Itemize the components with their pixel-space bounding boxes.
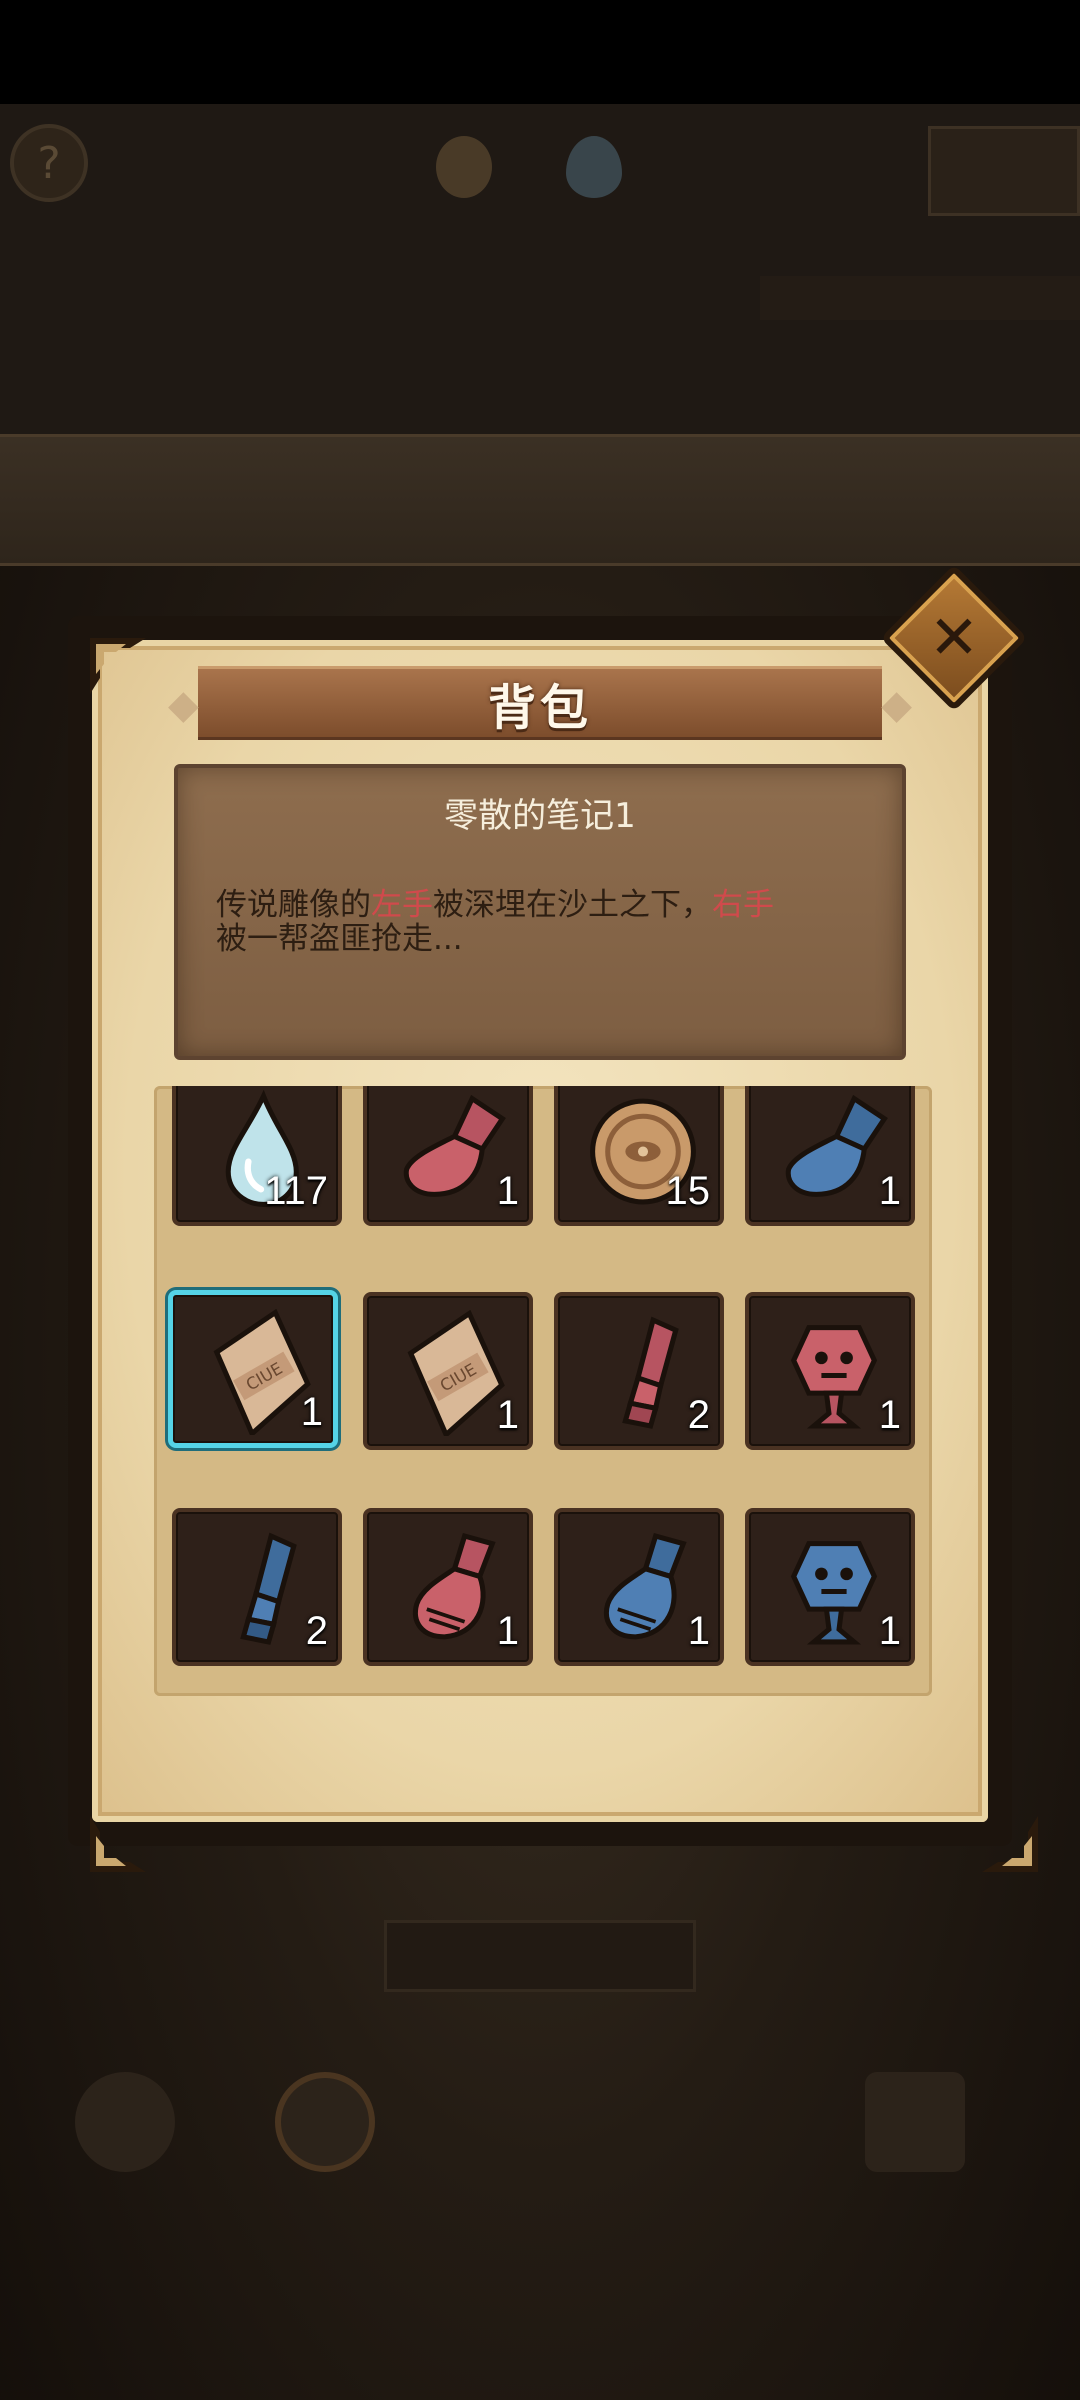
inventory-slot[interactable]: 1 xyxy=(363,1086,533,1226)
description-text: 传说雕像的 xyxy=(216,887,371,923)
item-count: 1 xyxy=(496,1169,519,1213)
description-text: 被一帮盗匪抢走... xyxy=(216,921,463,957)
background-resource-icon xyxy=(436,136,492,198)
inventory-slot[interactable]: 1 xyxy=(745,1086,915,1226)
item-count: 1 xyxy=(878,1609,901,1653)
item-count: 2 xyxy=(687,1393,710,1437)
inventory-slot[interactable]: 1 xyxy=(745,1292,915,1450)
inventory-slot[interactable]: 1 xyxy=(554,1508,724,1666)
background-nav-item xyxy=(250,2030,400,2180)
corner-ornament-icon xyxy=(86,634,156,704)
dialog-title-bar: ◆ 背包 ◆ xyxy=(168,666,912,740)
background-nav-item xyxy=(50,2030,200,2180)
corner-ornament-icon xyxy=(86,1806,156,1876)
inventory-slot-selected[interactable]: CIUE 1 xyxy=(168,1290,338,1448)
inventory-slot[interactable]: CIUE 1 xyxy=(363,1292,533,1450)
background-help-icon: ? xyxy=(10,124,88,202)
description-highlight: 右手 xyxy=(712,887,774,923)
background-bottom-button xyxy=(384,1920,696,1992)
inventory-slot[interactable]: 2 xyxy=(172,1508,342,1666)
item-count: 1 xyxy=(878,1169,901,1213)
dialog-title: 背包 xyxy=(487,680,592,736)
inventory-slot[interactable]: 117 xyxy=(172,1086,342,1226)
item-name: 零散的笔记1 xyxy=(444,796,636,836)
corner-ornament-icon xyxy=(972,1806,1042,1876)
item-description: 传说雕像的左手被深埋在沙土之下，右手被一帮盗匪抢走... xyxy=(216,888,876,956)
close-icon[interactable]: ✕ xyxy=(908,592,1000,684)
inventory-slot[interactable]: 1 xyxy=(745,1508,915,1666)
item-count: 117 xyxy=(264,1169,328,1213)
item-count: 1 xyxy=(496,1609,519,1653)
description-text: 被深埋在沙土之下， xyxy=(433,887,712,923)
inventory-slot[interactable]: 2 xyxy=(554,1292,724,1450)
background-label xyxy=(760,276,1080,320)
inventory-slot[interactable]: 15 xyxy=(554,1086,724,1226)
item-count: 15 xyxy=(665,1169,711,1213)
item-count: 1 xyxy=(300,1390,323,1434)
item-count: 1 xyxy=(878,1393,901,1437)
inventory-slot[interactable]: 1 xyxy=(363,1508,533,1666)
item-count: 2 xyxy=(305,1609,328,1653)
title-ornament-icon: ◆ xyxy=(881,682,912,728)
title-ornament-icon: ◆ xyxy=(168,682,199,728)
item-description-panel: 零散的笔记1 传说雕像的左手被深埋在沙土之下，右手被一帮盗匪抢走... xyxy=(174,764,906,1060)
status-bar xyxy=(0,0,1080,104)
item-count: 1 xyxy=(687,1609,710,1653)
background-button xyxy=(928,126,1080,216)
background-banner xyxy=(0,434,1080,566)
background-header xyxy=(0,104,1080,434)
item-count: 1 xyxy=(496,1393,519,1437)
description-highlight: 左手 xyxy=(371,887,433,923)
background-nav-item xyxy=(840,2030,990,2180)
inventory-grid: 117 1 15 1 CIUE 1 CIUE 1 2 1 2 1 1 1 xyxy=(154,1086,932,1696)
